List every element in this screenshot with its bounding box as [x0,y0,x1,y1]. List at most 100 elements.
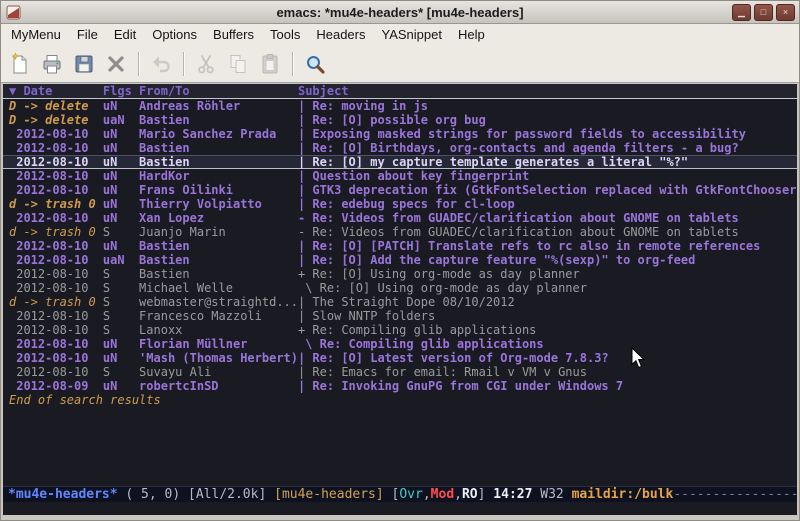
message-row[interactable]: 2012-08-10 uN HardKor | Question about k… [3,169,797,183]
cut-icon [194,52,218,76]
emacs-window: emacs: *mu4e-headers* [mu4e-headers] ▁ □… [0,0,800,521]
date-column: 2012-08-10 [9,239,103,253]
new-file-button[interactable] [5,49,35,79]
message-row[interactable]: 2012-08-10 uN Bastien | Re: [O] Birthday… [3,141,797,155]
message-row[interactable]: 2012-08-10 uN Mario Sanchez Prada | Expo… [3,127,797,141]
message-row[interactable]: 2012-08-10 uN Bastien | Re: [O] my captu… [3,155,797,169]
date-column: 2012-08-10 [9,155,103,169]
message-row[interactable]: 2012-08-10 uN 'Mash (Thomas Herbert)| Re… [3,351,797,365]
cut-button[interactable] [191,49,221,79]
close-buffer-icon [104,52,128,76]
mark-column: d -> trash 0 [9,295,103,309]
menu-item-tools[interactable]: Tools [262,24,308,46]
message-row[interactable]: 2012-08-10 S Francesco Mazzoli | Slow NN… [3,309,797,323]
message-row[interactable]: 2012-08-10 uN Xan Lopez - Re: Videos fro… [3,211,797,225]
modeline-segment: [mu4e-headers] [274,487,384,502]
modeline-segment: , [454,487,462,502]
save-button[interactable] [69,49,99,79]
menu-item-options[interactable]: Options [144,24,205,46]
message-summary: S Francesco Mazzoli | Slow NNTP folders [103,309,435,323]
message-summary: uaN Bastien | Re: [O] possible org bug [103,113,486,127]
date-column: 2012-08-10 [9,281,103,295]
maximize-button[interactable]: □ [754,4,773,21]
minimize-button[interactable]: ▁ [732,4,751,21]
date-column: 2012-08-10 [9,141,103,155]
message-summary: uN HardKor | Question about key fingerpr… [103,169,529,183]
modeline-segment: W32 [532,487,571,502]
modeline-segment: [ [384,487,400,502]
print-icon [40,52,64,76]
copy-icon [226,52,250,76]
message-list: D -> delete uN Andreas Röhler | Re: movi… [3,99,797,393]
modeline-segment: *mu4e-headers* [8,487,118,502]
window-title: emacs: *mu4e-headers* [mu4e-headers] [1,5,799,20]
echo-area[interactable] [3,502,797,515]
buffer-area: ▼ Date Flgs From/To Subject D -> delete … [3,83,797,515]
message-row[interactable]: 2012-08-09 uN robertcInSD | Re: Invoking… [3,379,797,393]
message-row[interactable]: d -> trash 0 S webmaster@straightd...| T… [3,295,797,309]
date-column: 2012-08-10 [9,337,103,351]
message-summary: uN Xan Lopez - Re: Videos from GUADEC/cl… [103,211,739,225]
menu-item-buffers[interactable]: Buffers [205,24,262,46]
message-row[interactable]: 2012-08-10 uN Florian Müllner \ Re: Comp… [3,337,797,351]
message-row[interactable]: 2012-08-10 S Michael Welle \ Re: [O] Usi… [3,281,797,295]
mark-column: d -> trash 0 [9,225,103,239]
date-column: 2012-08-10 [9,169,103,183]
message-row[interactable]: 2012-08-10 uN Frans Oilinki | GTK3 depre… [3,183,797,197]
message-summary: uN robertcInSD | Re: Invoking GnuPG from… [103,379,623,393]
menu-item-edit[interactable]: Edit [106,24,144,46]
modeline-segment: ---------------------------------------- [673,487,797,502]
date-column: 2012-08-09 [9,379,103,393]
message-summary: S Juanjo Marin - Re: Videos from GUADEC/… [103,225,739,239]
title-bar[interactable]: emacs: *mu4e-headers* [mu4e-headers] ▁ □… [1,1,799,24]
close-button[interactable]: × [776,4,795,21]
message-summary: uN Mario Sanchez Prada | Exposing masked… [103,127,746,141]
search-button[interactable] [300,49,330,79]
message-summary: uN Bastien | Re: [O] [PATCH] Translate r… [103,239,760,253]
message-summary: uN Frans Oilinki | GTK3 deprecation fix … [103,183,797,197]
message-summary: S webmaster@straightd...| The Straight D… [103,295,515,309]
modeline-segment: ( 5, 0) [All/2.0k] [118,487,275,502]
menu-item-file[interactable]: File [69,24,106,46]
paste-icon [258,52,282,76]
toolbar-separator [183,52,184,76]
search-icon [303,52,327,76]
date-column: 2012-08-10 [9,365,103,379]
modeline-segment: 14:27 [493,487,532,502]
message-row[interactable]: 2012-08-10 uaN Bastien | Re: [O] Add the… [3,253,797,267]
paste-button[interactable] [255,49,285,79]
end-of-results: End of search results [3,393,797,407]
date-column: 2012-08-10 [9,267,103,281]
message-row[interactable]: D -> delete uN Andreas Röhler | Re: movi… [3,99,797,113]
menu-item-help[interactable]: Help [450,24,493,46]
message-summary: S Suvayu Ali | Re: Emacs for email: Rmai… [103,365,587,379]
message-summary: uN Bastien | Re: [O] Birthdays, org-cont… [103,141,739,155]
message-row[interactable]: 2012-08-10 S Bastien + Re: [O] Using org… [3,267,797,281]
message-row[interactable]: 2012-08-10 uN Bastien | Re: [O] [PATCH] … [3,239,797,253]
date-column: 2012-08-10 [9,253,103,267]
message-row[interactable]: 2012-08-10 S Suvayu Ali | Re: Emacs for … [3,365,797,379]
undo-button[interactable] [146,49,176,79]
close-buffer-button[interactable] [101,49,131,79]
message-row[interactable]: d -> trash 0 uN Thierry Volpiatto | Re: … [3,197,797,211]
message-summary: uN Thierry Volpiatto | Re: edebug specs … [103,197,515,211]
menu-bar: MyMenuFileEditOptionsBuffersToolsHeaders… [1,24,799,46]
message-row[interactable]: D -> delete uaN Bastien | Re: [O] possib… [3,113,797,127]
header-line[interactable]: ▼ Date Flgs From/To Subject [3,83,797,99]
message-row[interactable]: 2012-08-10 S Lanoxx + Re: Compiling glib… [3,323,797,337]
window-icon [6,5,21,20]
mark-column: d -> trash 0 [9,197,103,211]
modeline-segment: , [423,487,431,502]
buffer-empty-space [3,407,797,486]
date-column: 2012-08-10 [9,127,103,141]
copy-button[interactable] [223,49,253,79]
new-file-icon [8,52,32,76]
tool-bar [1,46,799,83]
date-column: 2012-08-10 [9,211,103,225]
message-row[interactable]: d -> trash 0 S Juanjo Marin - Re: Videos… [3,225,797,239]
print-button[interactable] [37,49,67,79]
menu-item-yasnippet[interactable]: YASnippet [373,24,449,46]
message-summary: S Bastien + Re: [O] Using org-mode as da… [103,267,580,281]
menu-item-mymenu[interactable]: MyMenu [3,24,69,46]
menu-item-headers[interactable]: Headers [308,24,373,46]
